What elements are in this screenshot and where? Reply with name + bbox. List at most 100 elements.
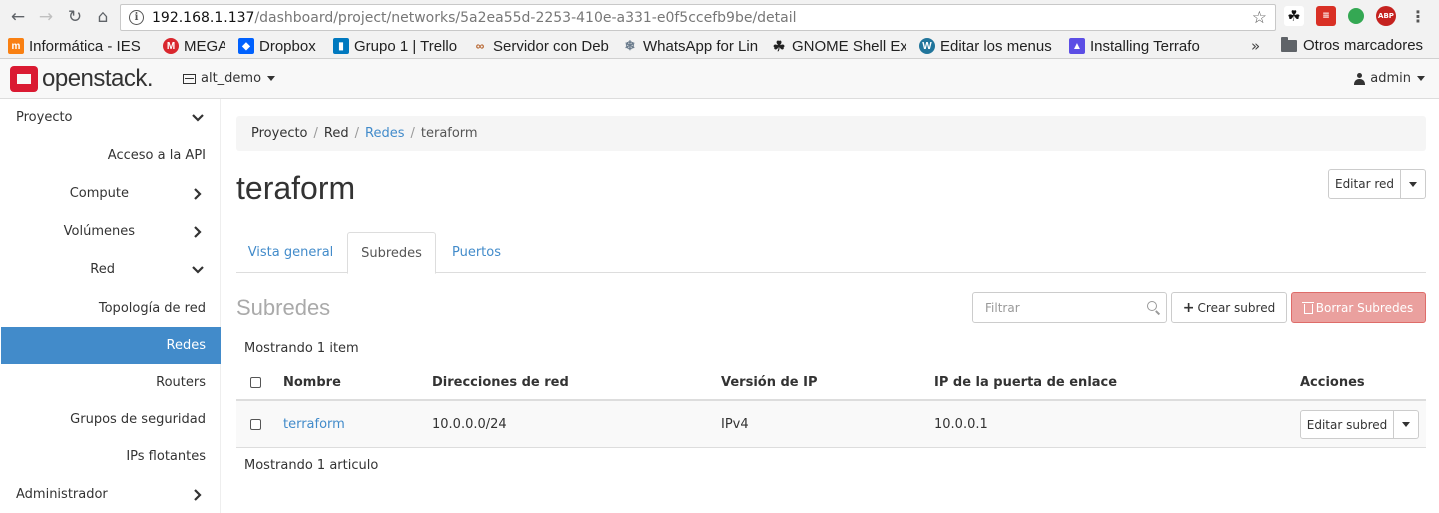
forward-icon[interactable]: → — [32, 3, 60, 31]
sidebar-item-floating-ips[interactable]: IPs flotantes — [0, 438, 221, 475]
sidebar-item-networks[interactable]: Redes — [1, 327, 221, 364]
caret-down-icon — [1409, 181, 1417, 187]
moodle-icon: m — [8, 38, 24, 54]
url-path: /dashboard/project/networks/5a2ea55d-225… — [254, 9, 797, 26]
edit-network-button[interactable]: Editar red — [1328, 169, 1401, 199]
item-count: Mostrando 1 item — [244, 341, 359, 356]
reload-icon[interactable]: ↻ — [61, 3, 89, 31]
project-icon — [183, 73, 196, 84]
bookmark-item[interactable]: ▲ Installing Terrafo — [1069, 38, 1207, 55]
project-selector[interactable]: alt_demo — [183, 71, 276, 86]
subnet-ip-version: IPv4 — [721, 417, 749, 432]
table-row: terraform 10.0.0.0/24 IPv4 10.0.0.1 Edit… — [236, 401, 1426, 448]
breadcrumb-item: Proyecto — [251, 126, 308, 141]
row-actions-dropdown[interactable] — [1394, 410, 1419, 439]
row-actions-split-button: Editar subred — [1300, 410, 1419, 439]
terraform-icon: ▲ — [1069, 38, 1085, 54]
hangouts-extension-icon[interactable] — [1348, 8, 1364, 24]
adblock-extension-icon[interactable]: ABP — [1376, 6, 1396, 26]
subnet-gateway: 10.0.0.1 — [934, 417, 988, 432]
chevron-down-icon — [192, 265, 204, 274]
column-header[interactable]: IP de la puerta de enlace — [934, 375, 1117, 390]
gnome-icon: ☘ — [772, 37, 786, 54]
chevron-right-icon — [194, 187, 202, 200]
other-bookmarks-folder[interactable]: Otros marcadores — [1281, 36, 1423, 54]
chevron-right-icon — [194, 225, 202, 238]
sidebar-item-api-access[interactable]: Acceso a la API — [0, 137, 221, 174]
openstack-logo[interactable]: openstack. — [10, 65, 154, 93]
dropbox-icon: ◆ — [238, 38, 254, 54]
bookmark-item[interactable]: ◆ Dropbox — [238, 38, 320, 55]
bookmark-item[interactable]: ❄ WhatsApp for Lin — [622, 38, 758, 55]
sidebar: Proyecto Acceso a la API Compute Volúmen… — [0, 99, 221, 513]
url-host: 192.168.1.137 — [152, 9, 255, 26]
caret-down-icon — [1417, 76, 1425, 81]
sidebar-item-red[interactable]: Red — [0, 251, 221, 288]
filter-input[interactable]: Filtrar — [972, 292, 1167, 323]
user-menu[interactable]: admin — [1354, 71, 1425, 86]
sidebar-item-compute[interactable]: Compute — [0, 175, 221, 212]
delete-subnets-button[interactable]: Borrar Subredes — [1291, 292, 1426, 323]
caret-down-icon — [267, 76, 276, 81]
trello-icon: ▮ — [333, 38, 349, 54]
search-icon[interactable] — [1147, 301, 1157, 311]
item-count-footer: Mostrando 1 articulo — [244, 458, 379, 473]
mega-icon: M — [163, 38, 179, 54]
column-header[interactable]: Direcciones de red — [432, 375, 569, 390]
tab-bar: Vista general Subredes Puertos — [236, 232, 1426, 274]
bookmark-item[interactable]: m Informática - IES — [8, 38, 150, 55]
bookmark-item[interactable]: ☘ GNOME Shell Ext — [771, 38, 906, 55]
row-checkbox[interactable] — [250, 419, 261, 430]
edit-network-split-button: Editar red — [1328, 169, 1426, 199]
more-bookmarks-icon[interactable]: » — [1251, 37, 1260, 55]
trash-icon — [1301, 301, 1314, 314]
sidebar-item-admin[interactable]: Administrador — [0, 476, 221, 513]
wordpress-icon: W — [919, 38, 935, 54]
tab-overview[interactable]: Vista general — [236, 232, 345, 273]
create-subnet-button[interactable]: + Crear subred — [1171, 292, 1287, 323]
bookmark-star-icon[interactable]: ☆ — [1252, 8, 1267, 28]
gnu-icon: ❄ — [624, 38, 636, 53]
table-header: Nombre Direcciones de red Versión de IP … — [236, 365, 1426, 401]
column-header[interactable]: Versión de IP — [721, 375, 818, 390]
chevron-right-icon — [194, 488, 202, 501]
breadcrumb: Proyecto / Red / Redes / teraform — [236, 116, 1426, 151]
edit-network-dropdown[interactable] — [1401, 169, 1426, 199]
sidebar-item-network-topology[interactable]: Topología de red — [0, 290, 221, 327]
sidebar-item-security-groups[interactable]: Grupos de seguridad — [0, 401, 221, 438]
bookmarks-bar: m Informática - IES M MEGA ◆ Dropbox ▮ Grupo… — [0, 34, 1439, 59]
site-info-icon[interactable]: i — [129, 10, 144, 25]
plus-icon: + — [1182, 299, 1195, 316]
edit-subnet-button[interactable]: Editar subred — [1300, 410, 1394, 439]
tab-subnets[interactable]: Subredes — [347, 232, 436, 274]
bookmark-item[interactable]: ▮ Grupo 1 | Trello — [333, 38, 459, 55]
sidebar-item-volumes[interactable]: Volúmenes — [0, 213, 221, 250]
breadcrumb-current: teraform — [420, 126, 478, 141]
sidebar-item-routers[interactable]: Routers — [0, 364, 221, 401]
bookmark-item[interactable]: W Editar los menus — [919, 38, 1056, 55]
caret-down-icon — [1402, 422, 1410, 427]
subnet-name-link[interactable]: terraform — [283, 417, 345, 432]
gnome-extension-icon[interactable]: ☘ — [1284, 6, 1304, 26]
breadcrumb-item: Red — [323, 126, 349, 141]
bookmark-item[interactable]: ∞ Servidor con Deb — [472, 38, 609, 55]
bookmark-item[interactable]: M MEGA — [163, 38, 225, 55]
menu-kebab-icon[interactable]: ⋮ — [1408, 6, 1428, 26]
tab-ports[interactable]: Puertos — [439, 232, 514, 273]
user-icon — [1354, 72, 1366, 85]
back-icon[interactable]: ← — [4, 3, 32, 31]
column-header[interactable]: Nombre — [283, 375, 341, 390]
link-icon: ∞ — [475, 39, 485, 53]
select-all-checkbox[interactable] — [250, 377, 261, 388]
chevron-down-icon — [192, 113, 204, 122]
sidebar-item-proyecto[interactable]: Proyecto — [0, 99, 221, 136]
address-bar[interactable]: i 192.168.1.137/dashboard/project/networ… — [120, 4, 1276, 31]
section-title: Subredes — [236, 295, 331, 320]
folder-icon — [1281, 36, 1297, 52]
home-icon[interactable]: ⌂ — [89, 3, 117, 31]
openstack-logo-icon — [10, 66, 38, 92]
breadcrumb-link[interactable]: Redes — [365, 126, 404, 141]
column-header: Acciones — [1300, 375, 1365, 390]
todoist-extension-icon[interactable]: ≡ — [1316, 6, 1336, 26]
extensions-area: ☘ ≡ ABP ⋮ — [1284, 6, 1428, 26]
